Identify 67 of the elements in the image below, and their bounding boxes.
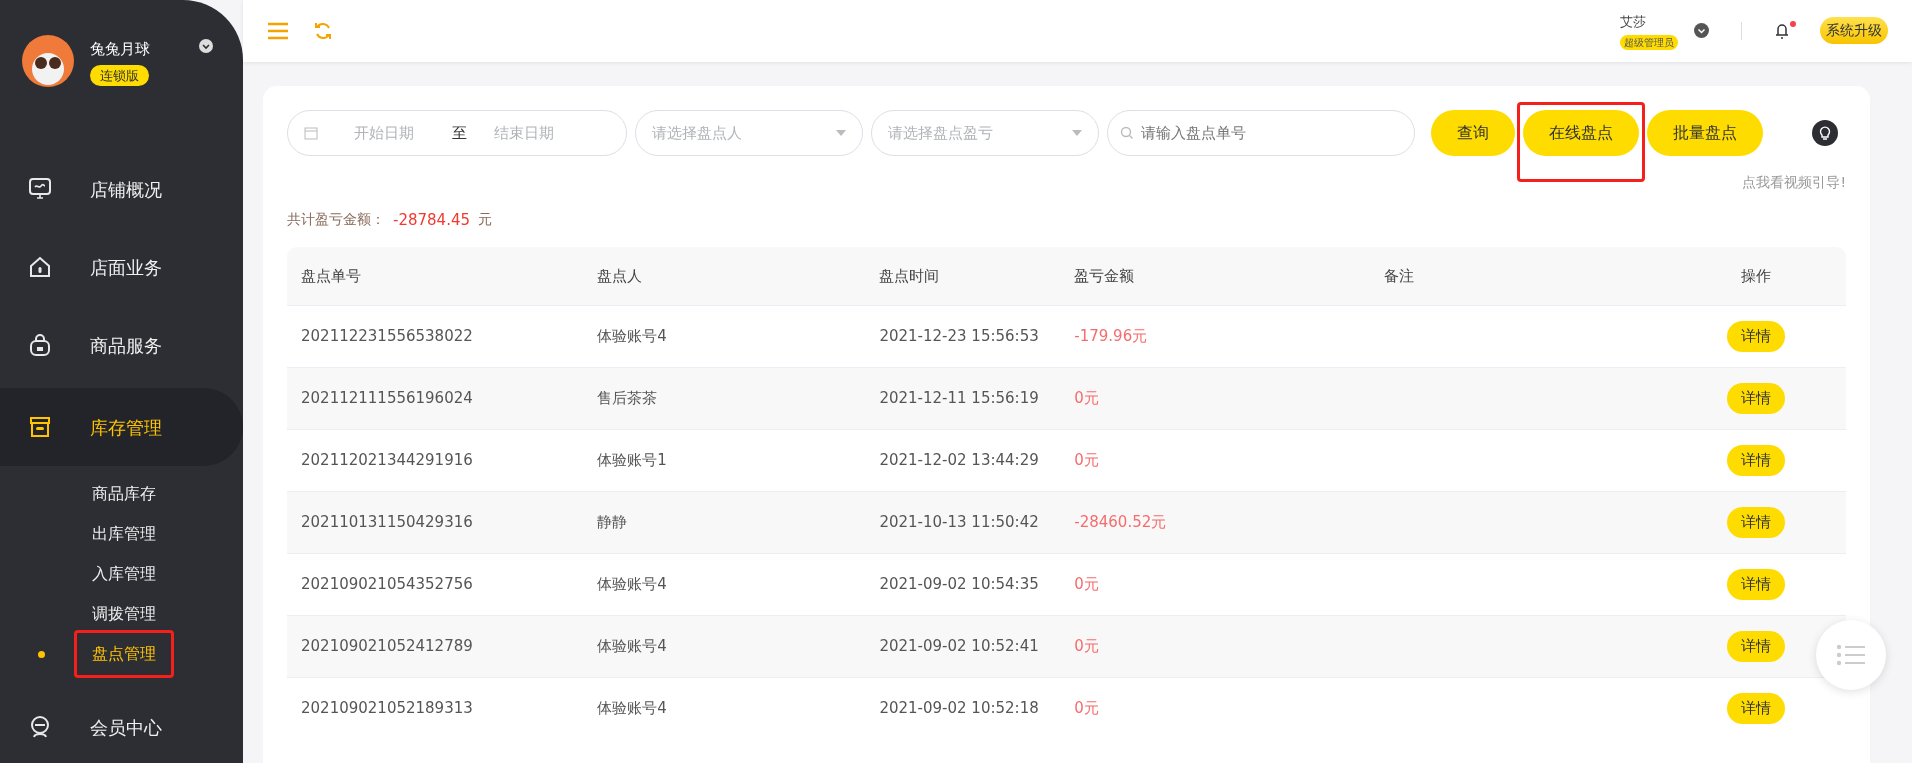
column-header: 盘点时间 bbox=[879, 247, 1075, 306]
list-icon bbox=[1836, 644, 1866, 666]
bag-icon bbox=[28, 333, 52, 357]
dropdown-icon[interactable] bbox=[199, 39, 213, 53]
menu-item[interactable]: 会员中心 bbox=[0, 688, 243, 763]
table-cell: 0元 bbox=[1074, 677, 1371, 740]
summary-unit: 元 bbox=[478, 209, 492, 229]
user-name: 兔兔月球 bbox=[90, 39, 150, 60]
details-button[interactable]: 详情 bbox=[1727, 321, 1786, 352]
column-header: 盈亏金额 bbox=[1074, 247, 1371, 306]
menu-item[interactable]: 店铺概况 bbox=[0, 150, 243, 228]
avatar bbox=[22, 35, 74, 87]
details-button[interactable]: 详情 bbox=[1727, 507, 1786, 538]
submenu-item[interactable]: 盘点管理 bbox=[92, 642, 156, 666]
details-button[interactable]: 详情 bbox=[1727, 383, 1786, 414]
lightbulb-icon[interactable] bbox=[1812, 119, 1838, 146]
role-badge: 超级管理员 bbox=[1620, 35, 1678, 51]
details-button[interactable]: 详情 bbox=[1727, 693, 1786, 724]
caret-icon bbox=[836, 129, 846, 136]
box-icon bbox=[28, 415, 52, 439]
dropdown-icon[interactable] bbox=[1694, 23, 1709, 39]
column-header: 盘点人 bbox=[583, 247, 880, 306]
table-cell: 体验账号4 bbox=[583, 615, 880, 678]
submenu-item[interactable]: 入库管理 bbox=[92, 562, 156, 586]
table-cell: 0元 bbox=[1074, 367, 1371, 430]
range-separator: 至 bbox=[452, 122, 468, 144]
headset-icon bbox=[28, 715, 52, 739]
end-date-field[interactable]: 结束日期 bbox=[492, 120, 592, 146]
table-cell: 2021-12-11 15:56:19 bbox=[879, 367, 1075, 430]
user-name: 艾莎 bbox=[1620, 12, 1646, 31]
table-cell: 202109021052412789 bbox=[287, 615, 584, 678]
table-cell: 2021-10-13 11:50:42 bbox=[879, 491, 1075, 554]
action-button[interactable]: 查询 bbox=[1431, 109, 1515, 156]
column-header: 盘点单号 bbox=[287, 247, 584, 306]
house-icon bbox=[28, 255, 52, 279]
details-button[interactable]: 详情 bbox=[1727, 631, 1786, 662]
table-cell: 202112111556196024 bbox=[287, 367, 584, 430]
details-button[interactable]: 详情 bbox=[1727, 445, 1786, 476]
calendar-icon bbox=[304, 125, 318, 140]
search-field[interactable]: 请输入盘点单号 bbox=[1107, 109, 1415, 156]
summary-amount: -28784.45 bbox=[393, 209, 470, 231]
table-cell: 0元 bbox=[1074, 615, 1371, 678]
start-date-field[interactable]: 开始日期 bbox=[352, 120, 452, 146]
table-cell: 202109021052189313 bbox=[287, 677, 584, 740]
table-cell: 2021-09-02 10:52:41 bbox=[879, 615, 1075, 678]
menu-item[interactable]: 库存管理 bbox=[0, 388, 243, 466]
table-cell: 202110131150429316 bbox=[287, 491, 584, 554]
caret-icon bbox=[1072, 129, 1082, 136]
menu-item[interactable]: 店面业务 bbox=[0, 228, 243, 306]
submenu-item[interactable]: 商品库存 bbox=[92, 482, 156, 506]
summary-label: 共计盈亏金额： bbox=[287, 209, 385, 229]
table-cell: 体验账号4 bbox=[583, 677, 880, 740]
column-header: 操作 bbox=[1666, 247, 1846, 306]
menu-item[interactable]: 商品服务 bbox=[0, 306, 243, 384]
edition-badge: 连锁版 bbox=[90, 64, 149, 86]
table-cell: 售后茶茶 bbox=[583, 367, 880, 430]
action-button[interactable]: 在线盘点 bbox=[1523, 109, 1639, 156]
table-cell: 2021-09-02 10:52:18 bbox=[879, 677, 1075, 740]
upgrade-button[interactable]: 系统升级 bbox=[1820, 17, 1888, 45]
submenu-item[interactable]: 调拨管理 bbox=[92, 602, 156, 626]
action-button[interactable]: 批量盘点 bbox=[1647, 109, 1763, 156]
table-cell: 静静 bbox=[583, 491, 880, 554]
details-button[interactable]: 详情 bbox=[1727, 569, 1786, 600]
monitor-icon bbox=[28, 177, 52, 201]
submenu-item[interactable]: 出库管理 bbox=[92, 522, 156, 546]
table-cell: -28460.52元 bbox=[1074, 491, 1371, 554]
column-header: 备注 bbox=[1370, 247, 1667, 306]
